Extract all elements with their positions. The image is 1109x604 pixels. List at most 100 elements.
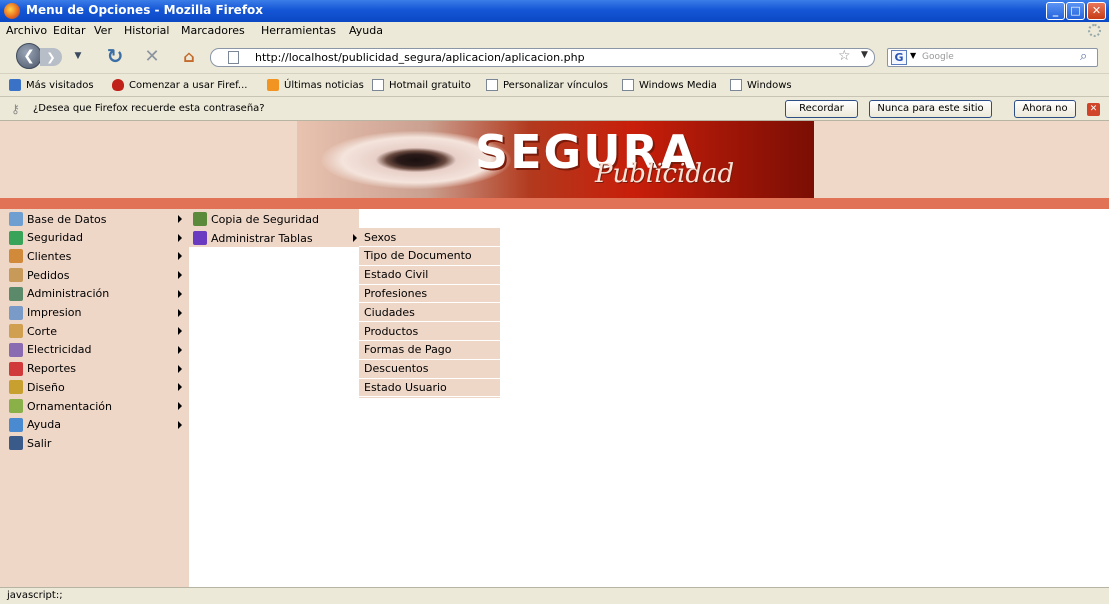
submenu-seguridad: Copia de Seguridad Administrar Tablas xyxy=(189,209,359,247)
table-item-sexos[interactable]: Sexos xyxy=(359,228,500,247)
cut-icon xyxy=(9,324,23,339)
sidebar-item-pedidos[interactable]: Pedidos xyxy=(0,266,189,284)
ornament-icon xyxy=(9,399,23,413)
sidebar-item-base-de-datos[interactable]: Base de Datos xyxy=(0,210,189,228)
submenu-arrow-icon xyxy=(178,327,182,336)
table-item-tipo-de-documento[interactable]: Tipo de Documento xyxy=(359,247,500,266)
status-bar: javascript:; xyxy=(0,587,1109,604)
submenu-arrow-icon xyxy=(178,308,182,317)
maximize-button[interactable]: □ xyxy=(1066,2,1085,20)
bookmark-windows-media[interactable]: Windows Media xyxy=(622,79,717,91)
print-icon xyxy=(9,305,23,320)
brand-subtitle: Publicidad xyxy=(595,159,735,189)
close-icon[interactable]: ✕ xyxy=(1087,103,1100,116)
firefox-start-icon xyxy=(112,79,124,91)
home-icon[interactable]: ⌂ xyxy=(178,45,200,67)
submenu-arrow-icon xyxy=(178,233,182,242)
table-item-ciudades[interactable]: Ciudades xyxy=(359,303,500,323)
bookmark-most-visited[interactable]: Más visitados xyxy=(9,79,94,91)
database-icon xyxy=(9,212,23,226)
submenu-arrow-icon xyxy=(178,364,182,373)
never-for-site-button[interactable]: Nunca para este sitio xyxy=(869,100,992,118)
history-dropdown-icon[interactable]: ▼ xyxy=(72,48,84,64)
bookmark-star-icon[interactable]: ☆ xyxy=(838,48,851,64)
table-item-estado-usuario[interactable]: Estado Usuario xyxy=(359,378,500,398)
minimize-button[interactable]: _ xyxy=(1046,2,1065,20)
search-engine-dropdown-icon[interactable]: ▼ xyxy=(910,51,916,60)
table-item-profesiones[interactable]: Profesiones xyxy=(359,284,500,304)
stop-icon[interactable]: ✕ xyxy=(141,44,163,68)
menu-marcadores[interactable]: Marcadores xyxy=(181,24,245,37)
sidebar-item-label: Ayuda xyxy=(27,418,61,432)
url-dropdown-icon[interactable]: ▼ xyxy=(861,50,868,60)
submenu-administrar-tablas: Sexos Tipo de Documento Estado Civil Profes… xyxy=(359,228,500,398)
sidebar-item-label: Electricidad xyxy=(27,343,92,357)
sidebar-item-corte[interactable]: Corte xyxy=(0,322,189,340)
reports-icon xyxy=(9,361,23,376)
sidebar-item-label: Impresion xyxy=(27,306,82,319)
most-visited-icon xyxy=(9,79,21,91)
submenu-arrow-icon xyxy=(178,402,182,410)
not-now-button[interactable]: Ahora no xyxy=(1014,100,1076,118)
clients-icon xyxy=(9,249,23,264)
search-bar[interactable]: G ▼ Google ⌕ xyxy=(887,48,1098,67)
navigation-toolbar: ❮ ❯ ▼ ↻ ✕ ⌂ http://localhost/publicidad_… xyxy=(0,39,1109,73)
sidebar-item-label: Diseño xyxy=(27,380,65,394)
page-header: SEGURA Publicidad xyxy=(0,121,1109,198)
submenu-arrow-icon xyxy=(178,345,182,354)
sidebar-item-administracion[interactable]: Administración xyxy=(0,285,189,303)
search-engine-icon[interactable]: G xyxy=(891,50,907,65)
table-item-estado-civil[interactable]: Estado Civil xyxy=(359,266,500,285)
page-icon xyxy=(372,79,384,91)
table-item-formas-de-pago[interactable]: Formas de Pago xyxy=(359,341,500,360)
menu-ver[interactable]: Ver xyxy=(94,24,112,37)
table-item-descuentos[interactable]: Descuentos xyxy=(359,360,500,379)
sidebar-item-clientes[interactable]: Clientes xyxy=(0,247,189,265)
submenu-item-copia-de-seguridad[interactable]: Copia de Seguridad xyxy=(189,210,359,228)
sidebar-item-electricidad[interactable]: Electricidad xyxy=(0,341,189,359)
submenu-item-label: Copia de Seguridad xyxy=(211,212,319,226)
table-item-productos[interactable]: Productos xyxy=(359,322,500,341)
url-bar[interactable]: http://localhost/publicidad_segura/aplic… xyxy=(210,48,875,67)
sidebar-item-label: Pedidos xyxy=(27,268,70,282)
submenu-arrow-icon xyxy=(178,383,182,392)
forward-button[interactable]: ❯ xyxy=(40,48,62,66)
menu-herramientas[interactable]: Herramientas xyxy=(261,24,336,37)
bookmark-label: Windows Media xyxy=(639,79,717,91)
bookmark-getting-started[interactable]: Comenzar a usar Firef... xyxy=(112,79,247,91)
bookmark-latest-news[interactable]: Últimas noticias xyxy=(267,79,364,91)
back-button[interactable]: ❮ xyxy=(16,43,42,69)
menu-editar[interactable]: Editar xyxy=(53,24,86,37)
bookmark-label: Últimas noticias xyxy=(284,79,364,91)
status-text: javascript:; xyxy=(7,590,63,601)
submenu-item-administrar-tablas[interactable]: Administrar Tablas xyxy=(189,229,359,247)
sidebar-item-label: Ornamentación xyxy=(27,399,113,413)
bookmarks-toolbar: Más visitados Comenzar a usar Firef... Ú… xyxy=(0,73,1109,96)
sidebar-item-label: Corte xyxy=(27,324,58,338)
search-icon[interactable]: ⌕ xyxy=(1080,49,1087,64)
menu-bar: Archivo Editar Ver Historial Marcadores … xyxy=(0,22,1109,39)
bookmark-windows[interactable]: Windows xyxy=(730,79,792,91)
search-input[interactable]: Google xyxy=(922,52,954,62)
sidebar-item-ayuda[interactable]: Ayuda xyxy=(0,416,189,434)
sidebar-item-reportes[interactable]: Reportes xyxy=(0,360,189,378)
url-text[interactable]: http://localhost/publicidad_segura/aplic… xyxy=(255,51,585,64)
tables-icon xyxy=(193,231,207,245)
bookmark-hotmail[interactable]: Hotmail gratuito xyxy=(372,79,471,91)
sidebar-item-diseno[interactable]: Diseño xyxy=(0,378,189,396)
close-window-button[interactable]: ✕ xyxy=(1087,2,1106,20)
sidebar-item-ornamentacion[interactable]: Ornamentación xyxy=(0,397,189,415)
sidebar-item-salir[interactable]: Salir xyxy=(0,434,189,452)
key-icon: ⚷ xyxy=(11,102,20,116)
bookmark-customize-links[interactable]: Personalizar vínculos xyxy=(486,79,608,91)
menu-ayuda[interactable]: Ayuda xyxy=(349,24,383,37)
sidebar-item-seguridad[interactable]: Seguridad xyxy=(0,229,189,247)
reload-icon[interactable]: ↻ xyxy=(104,44,126,68)
bookmark-label: Personalizar vínculos xyxy=(503,79,608,91)
menu-historial[interactable]: Historial xyxy=(124,24,169,37)
remember-button[interactable]: Recordar xyxy=(785,100,858,118)
menu-archivo[interactable]: Archivo xyxy=(6,24,47,37)
sidebar-item-impresion[interactable]: Impresion xyxy=(0,304,189,322)
submenu-arrow-icon xyxy=(178,420,182,429)
page-icon xyxy=(486,79,498,91)
